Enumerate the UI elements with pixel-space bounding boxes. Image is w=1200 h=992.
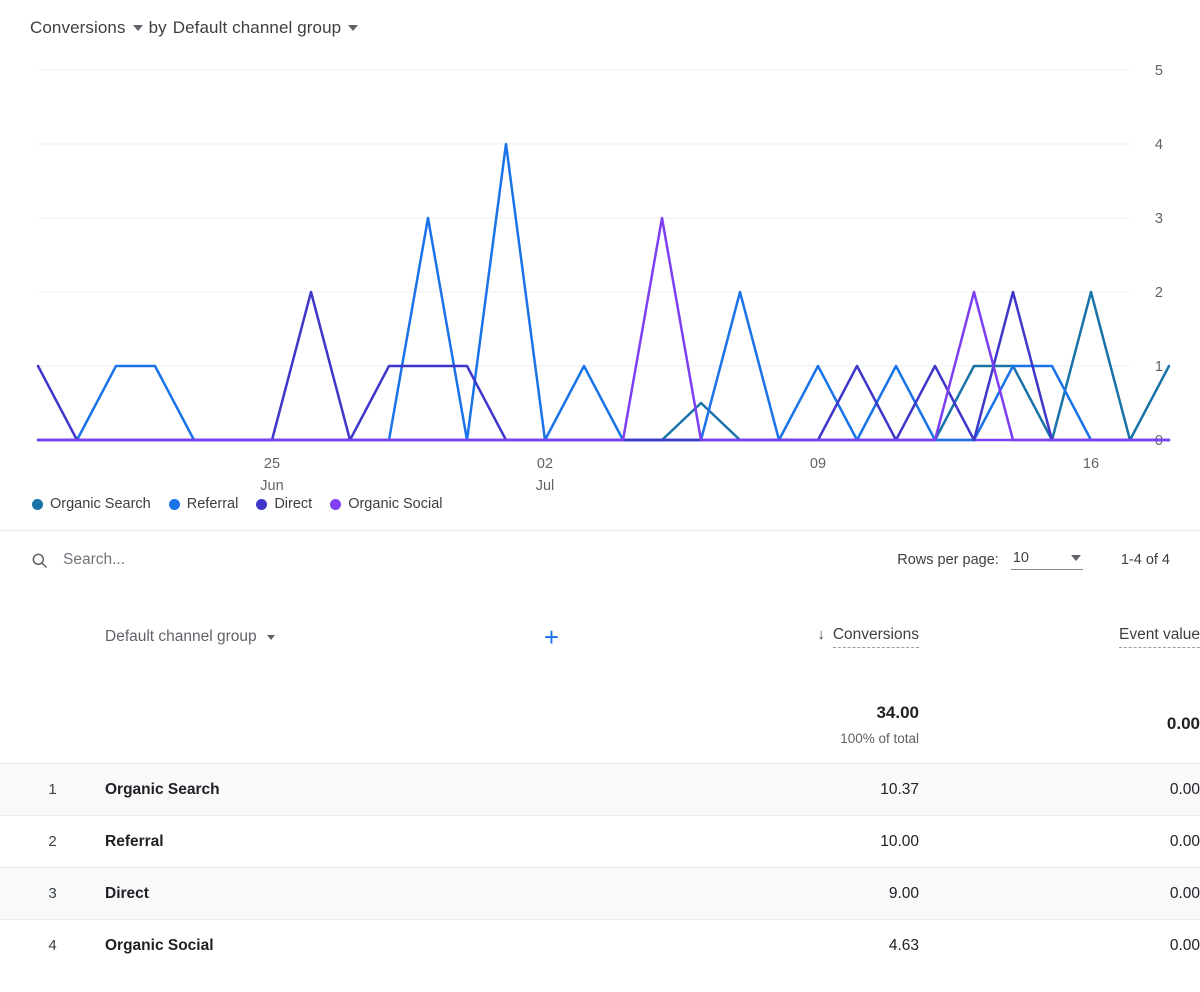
row-conversions: 9.00 (599, 868, 919, 920)
row-index: 4 (0, 920, 105, 972)
table-row[interactable]: 4Organic Social4.630.00 (0, 920, 1200, 972)
table-row[interactable]: 2Referral10.000.00 (0, 816, 1200, 868)
row-conversions: 10.37 (599, 764, 919, 816)
row-conversions: 10.00 (599, 816, 919, 868)
result-range-label: 1-4 of 4 (1121, 552, 1170, 568)
rows-per-page-value: 10 (1013, 550, 1029, 566)
row-channel-name[interactable]: Organic Social (105, 920, 599, 972)
line-chart[interactable]: 01234525Jun02Jul0916 (0, 50, 1200, 490)
legend-label: Organic Social (348, 496, 442, 512)
dimension-picker[interactable]: Default channel group (105, 628, 275, 646)
totals-event-value: 0.00 (919, 714, 1200, 734)
row-event-value: 0.00 (919, 764, 1200, 816)
dimension-selector[interactable]: Default channel group (173, 18, 358, 38)
metric-label: Conversions (30, 18, 126, 38)
chevron-down-icon (133, 25, 143, 31)
x-axis-tick-label: 02 (537, 456, 553, 472)
event-value-column-label: Event value (1119, 626, 1200, 648)
dimension-column-label: Default channel group (105, 628, 257, 646)
totals-row: 34.00 100% of total 0.00 (0, 685, 1200, 764)
add-dimension-button[interactable]: + (544, 624, 559, 650)
y-axis-tick-label: 1 (1155, 359, 1163, 375)
legend-item-referral[interactable]: Referral (169, 496, 239, 512)
legend-item-organic-search[interactable]: Organic Search (32, 496, 151, 512)
row-event-value: 0.00 (919, 920, 1200, 972)
chevron-down-icon (1071, 555, 1081, 561)
chart-canvas[interactable]: 01234525Jun02Jul0916 (0, 50, 1200, 490)
y-axis-tick-label: 4 (1155, 137, 1163, 153)
y-axis-tick-label: 5 (1155, 63, 1163, 79)
index-column-header (0, 589, 105, 685)
row-index: 2 (0, 816, 105, 868)
chart-legend: Organic Search Referral Direct Organic Soci… (0, 490, 1200, 512)
chart-header: Conversions by Default channel group (0, 0, 1200, 38)
table-row[interactable]: 3Direct9.000.00 (0, 868, 1200, 920)
rows-per-page-label: Rows per page: (897, 552, 999, 568)
search-input[interactable] (63, 551, 383, 569)
x-axis-tick-label: 16 (1083, 456, 1099, 472)
series-line-organic-social[interactable] (38, 218, 1169, 440)
legend-label: Referral (187, 496, 239, 512)
legend-swatch-icon (330, 499, 341, 510)
y-axis-tick-label: 2 (1155, 285, 1163, 301)
header-connector: by (149, 18, 167, 38)
dimension-column-header: Default channel group + (105, 589, 599, 685)
totals-percent-label: 100% of total (599, 731, 919, 746)
totals-conversions-cell: 34.00 100% of total (599, 685, 919, 764)
x-axis-tick-label: 25 (264, 456, 280, 472)
table-header-row: Default channel group + ↓ Conversions Ev… (0, 589, 1200, 685)
legend-swatch-icon (169, 499, 180, 510)
sort-descending-icon: ↓ (817, 626, 825, 643)
dimension-label: Default channel group (173, 18, 341, 38)
table-toolbar: Rows per page: 10 1-4 of 4 (0, 531, 1200, 589)
pagination-controls: Rows per page: 10 1-4 of 4 (897, 550, 1170, 570)
row-index: 1 (0, 764, 105, 816)
rows-per-page-select[interactable]: 10 (1011, 550, 1083, 570)
y-axis-tick-label: 3 (1155, 211, 1163, 227)
legend-swatch-icon (32, 499, 43, 510)
row-event-value: 0.00 (919, 816, 1200, 868)
totals-conversions-value: 34.00 (599, 703, 919, 723)
row-conversions: 4.63 (599, 920, 919, 972)
conversions-column-label: Conversions (833, 626, 919, 648)
table-row[interactable]: 1Organic Search10.370.00 (0, 764, 1200, 816)
metric-selector[interactable]: Conversions (30, 18, 143, 38)
conversions-column-header[interactable]: ↓ Conversions (599, 589, 919, 685)
chevron-down-icon (348, 25, 358, 31)
data-table: Default channel group + ↓ Conversions Ev… (0, 589, 1200, 971)
totals-event-value-cell: 0.00 (919, 685, 1200, 764)
row-event-value: 0.00 (919, 868, 1200, 920)
row-channel-name[interactable]: Organic Search (105, 764, 599, 816)
legend-label: Direct (274, 496, 312, 512)
x-axis-month-label: Jun (260, 478, 283, 490)
search-box[interactable] (30, 551, 897, 570)
legend-swatch-icon (256, 499, 267, 510)
totals-dimension-cell (105, 685, 599, 764)
row-channel-name[interactable]: Direct (105, 868, 599, 920)
search-icon (30, 551, 49, 570)
x-axis-month-label: Jul (536, 478, 555, 490)
chevron-down-icon (267, 635, 275, 640)
legend-label: Organic Search (50, 496, 151, 512)
row-channel-name[interactable]: Referral (105, 816, 599, 868)
legend-item-organic-social[interactable]: Organic Social (330, 496, 442, 512)
totals-index-cell (0, 685, 105, 764)
row-index: 3 (0, 868, 105, 920)
event-value-column-header[interactable]: Event value (919, 589, 1200, 685)
x-axis-tick-label: 09 (810, 456, 826, 472)
legend-item-direct[interactable]: Direct (256, 496, 312, 512)
